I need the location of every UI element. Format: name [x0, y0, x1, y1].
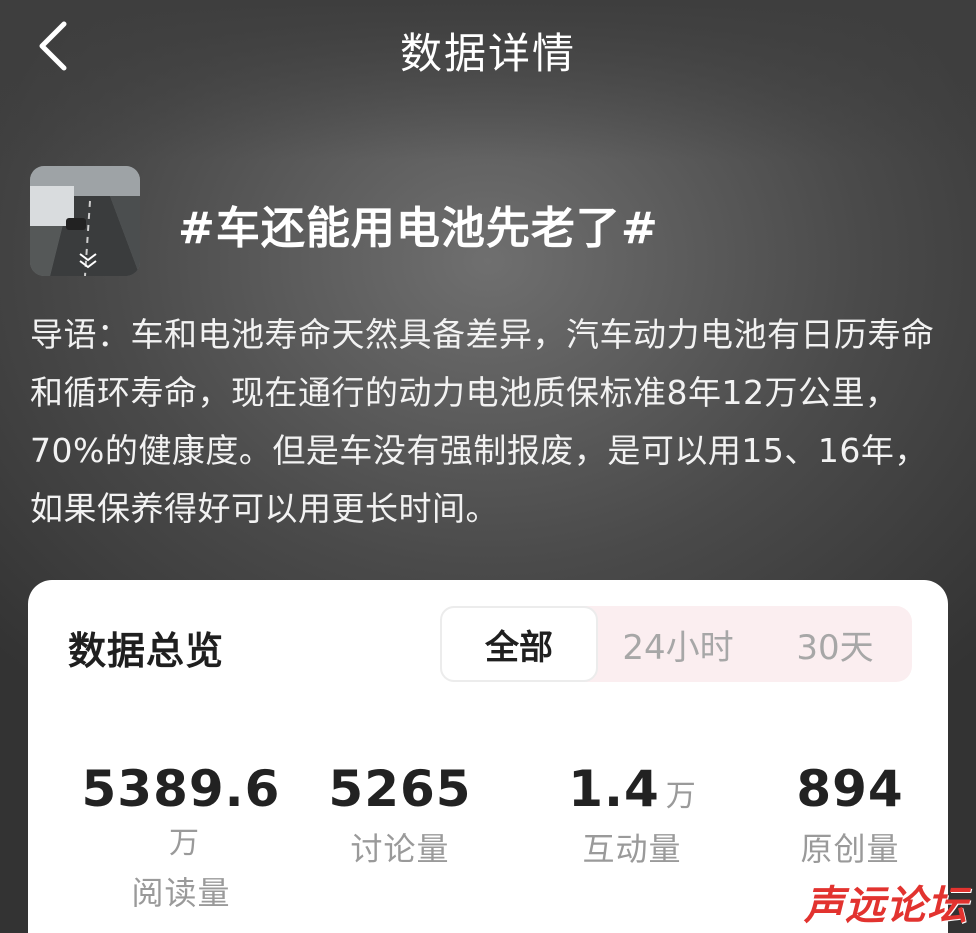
- overview-title: 数据总览: [68, 629, 225, 673]
- page-title: 数据详情: [399, 29, 576, 78]
- stat-discussions-label: 讨论量: [350, 830, 450, 868]
- tab-30-days[interactable]: 30天: [758, 606, 912, 682]
- topic-thumbnail[interactable]: [30, 166, 140, 276]
- time-range-segment: 全部 24小时 30天: [440, 606, 912, 682]
- stat-reads: 5389.6 万 阅读量: [66, 760, 296, 914]
- stat-reads-unit: 万: [169, 826, 199, 861]
- stat-discussions-value: 5265: [328, 760, 472, 818]
- stat-reads-label: 阅读量: [131, 874, 231, 912]
- stat-interactions-value: 1.4: [568, 760, 660, 818]
- stat-interactions: 1.4 万 互动量: [552, 760, 712, 870]
- stat-discussions: 5265 讨论量: [318, 760, 482, 870]
- tab-all[interactable]: 全部: [440, 606, 598, 682]
- stat-original-value: 894: [796, 760, 904, 818]
- stat-original-label: 原创量: [800, 830, 900, 868]
- topic-intro: 导语：车和电池寿命天然具备差异，汽车动力电池有日历寿命和循环寿命，现在通行的动力…: [30, 315, 935, 528]
- topic-title: #车还能用电池先老了#: [178, 203, 659, 254]
- watermark-logo: 声远论坛: [804, 883, 968, 929]
- stat-interactions-unit: 万: [665, 779, 696, 814]
- stat-interactions-label: 互动量: [582, 830, 682, 868]
- top-bar: 数据详情: [0, 0, 976, 100]
- topic-header: #车还能用电池先老了#: [30, 166, 946, 278]
- stat-original: 894 原创量: [780, 760, 920, 870]
- tab-24-hours[interactable]: 24小时: [598, 606, 758, 682]
- stat-reads-value: 5389.6: [81, 760, 281, 818]
- road-image: [30, 166, 140, 276]
